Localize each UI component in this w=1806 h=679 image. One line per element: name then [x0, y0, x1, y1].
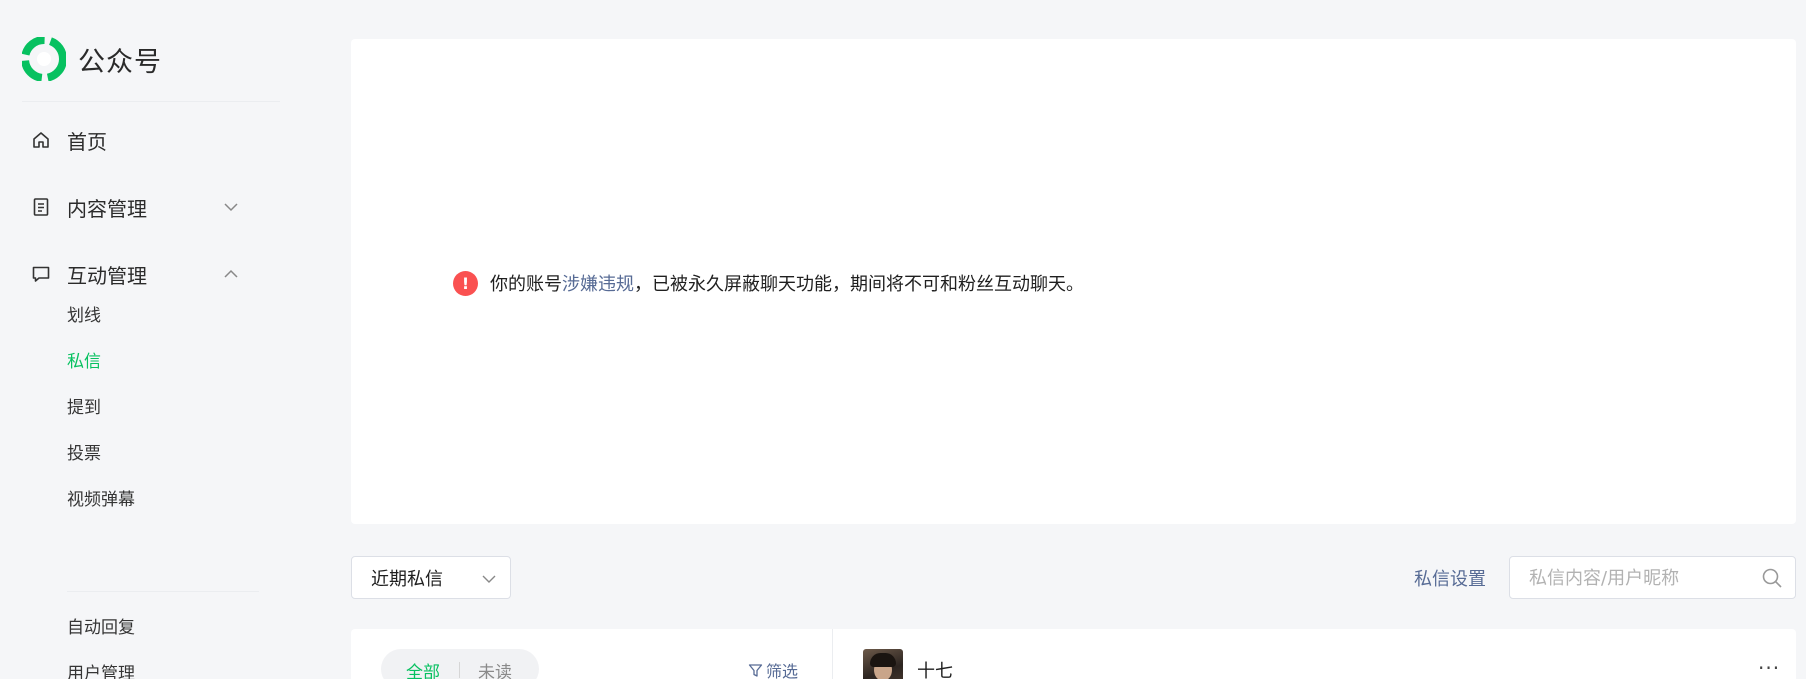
sidebar-item-label: 首页: [67, 129, 107, 154]
sidebar-subitem-votes[interactable]: 投票: [67, 441, 101, 467]
tab-separator: [459, 662, 460, 678]
chevron-up-icon: [224, 269, 238, 278]
warning-icon: !: [453, 270, 478, 296]
logo-divider: [22, 101, 280, 102]
sidebar: 公众号 首页 内容管理 互动管理 划线 私信 提到 投票 视频弹幕 自动回复 用…: [0, 0, 280, 679]
sidebar-subitem-auto-reply[interactable]: 自动回复: [67, 615, 135, 641]
panel-divider: [832, 629, 833, 679]
chevron-down-icon: [482, 575, 496, 583]
messages-panel: 全部 未读 筛选 十七 ···: [351, 629, 1796, 679]
app-title: 公众号: [78, 46, 162, 78]
sidebar-item-home[interactable]: 首页: [30, 122, 245, 158]
sidebar-subitem-messages[interactable]: 私信: [67, 349, 101, 375]
search-icon[interactable]: [1761, 567, 1783, 589]
more-options-icon[interactable]: ···: [1758, 658, 1780, 678]
app-logo[interactable]: 公众号: [22, 36, 162, 82]
home-icon: [30, 129, 52, 151]
message-period-select[interactable]: 近期私信: [351, 556, 511, 599]
filter-button[interactable]: 筛选: [748, 658, 798, 679]
message-settings-link[interactable]: 私信设置: [1414, 565, 1486, 591]
sidebar-subitem-mentions[interactable]: 提到: [67, 395, 101, 421]
tab-switcher: [381, 649, 539, 679]
search-input[interactable]: [1529, 566, 1749, 590]
document-icon: [30, 196, 52, 218]
sidebar-item-label: 内容管理: [67, 196, 147, 221]
tab-all[interactable]: 全部: [406, 658, 440, 679]
sidebar-subitem-user-management[interactable]: 用户管理: [67, 661, 135, 679]
select-value: 近期私信: [371, 568, 443, 590]
chat-user-name: 十七: [917, 661, 953, 679]
search-box: [1509, 556, 1796, 599]
notice-suffix: ，已被永久屏蔽聊天功能，期间将不可和粉丝互动聊天。: [634, 274, 1084, 295]
wechat-official-logo-icon: [22, 37, 66, 81]
chat-bubble-icon: [30, 263, 52, 285]
sidebar-item-label: 互动管理: [67, 263, 147, 288]
sidebar-divider: [67, 591, 259, 592]
notice-prefix: 你的账号: [490, 274, 562, 295]
sidebar-item-interaction-management[interactable]: 互动管理: [30, 256, 245, 292]
chevron-down-icon: [224, 203, 238, 212]
sidebar-item-content-management[interactable]: 内容管理: [30, 189, 245, 225]
violation-link[interactable]: 涉嫌违规: [562, 270, 634, 296]
sidebar-subitem-underline[interactable]: 划线: [67, 303, 101, 329]
filter-icon: [748, 663, 763, 677]
avatar-hair: [870, 653, 896, 667]
sidebar-subitem-video-danmaku[interactable]: 视频弹幕: [67, 487, 135, 513]
filter-label: 筛选: [766, 662, 799, 679]
notice-card: ! 你的账号 涉嫌违规 ，已被永久屏蔽聊天功能，期间将不可和粉丝互动聊天。: [351, 39, 1796, 524]
tab-unread[interactable]: 未读: [478, 658, 512, 679]
ban-notice: ! 你的账号 涉嫌违规 ，已被永久屏蔽聊天功能，期间将不可和粉丝互动聊天。: [453, 270, 1084, 296]
avatar[interactable]: [863, 649, 903, 679]
